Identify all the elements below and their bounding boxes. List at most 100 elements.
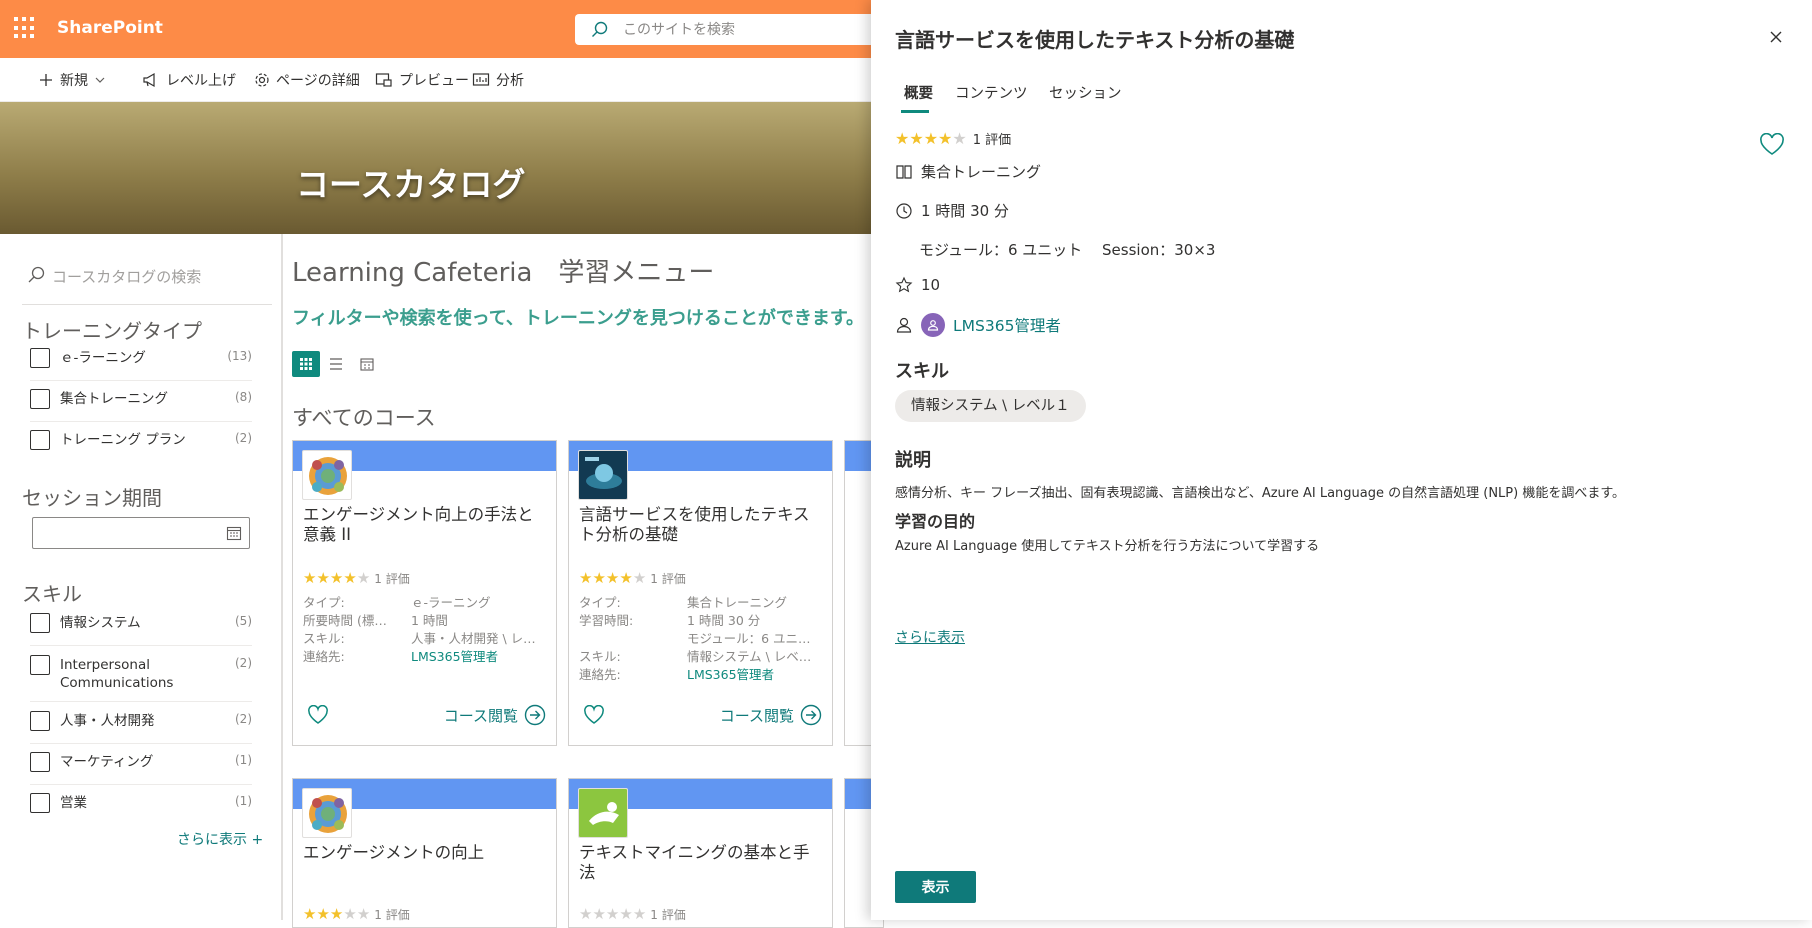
filter-label: マーケティング bbox=[60, 754, 154, 770]
meta-key: スキル: bbox=[303, 631, 345, 646]
show-more-link[interactable]: さらに表示 bbox=[895, 627, 965, 647]
analytics-button[interactable]: 分析 bbox=[472, 67, 524, 93]
meta-row: 連絡先: LMS365管理者 bbox=[579, 666, 824, 684]
tab-overview[interactable]: 概要 bbox=[904, 82, 933, 103]
catalog-search-box[interactable]: コースカタログの検索 bbox=[27, 264, 272, 290]
star-filled-icon: ★ bbox=[303, 905, 317, 923]
star-filled-icon: ★ bbox=[592, 569, 606, 587]
favorite-button[interactable] bbox=[583, 705, 605, 725]
checkbox[interactable] bbox=[30, 430, 50, 450]
all-courses-heading: すべてのコース bbox=[292, 406, 436, 430]
filter-count: (8) bbox=[235, 390, 252, 404]
arrow-circle-icon bbox=[800, 704, 822, 726]
contact-link[interactable]: LMS365管理者 bbox=[687, 666, 824, 684]
checkbox[interactable] bbox=[30, 711, 50, 731]
plus-icon bbox=[38, 72, 54, 88]
person-icon bbox=[895, 316, 913, 334]
course-card[interactable]: エンゲージメントの向上 ★★★★★ 1 評価 bbox=[292, 778, 557, 928]
preview-icon bbox=[375, 72, 393, 88]
star-filled-icon: ★ bbox=[909, 129, 924, 148]
calendar-view-button[interactable] bbox=[359, 356, 375, 372]
hero-banner: コースカタログ bbox=[0, 102, 880, 234]
meta-row: 学習時間: 1 時間 30 分 bbox=[579, 612, 824, 630]
filter-label: ｅ-ラーニング bbox=[60, 350, 146, 366]
course-thumbnail bbox=[578, 450, 628, 500]
course-card[interactable]: エンゲージメント向上の手法と意義 II ★★★★★ 1 評価 タイプ: ｅ-ラーニ… bbox=[292, 440, 557, 746]
meta-value: 1 時間 30 分 bbox=[687, 613, 761, 628]
contact-link[interactable]: LMS365管理者 bbox=[953, 314, 1061, 336]
hero-title: コースカタログ bbox=[296, 165, 526, 204]
star-filled-icon: ★ bbox=[316, 905, 330, 923]
duration-row: 1 時間 30 分 bbox=[895, 200, 1009, 221]
divider bbox=[22, 304, 272, 305]
course-meta: タイプ: ｅ-ラーニング 所要時間 (標… 1 時間 スキル: 人事・人材開発 \ レ… bbox=[303, 594, 548, 666]
meta-key: タイプ: bbox=[303, 595, 345, 610]
list-view-button[interactable] bbox=[327, 355, 345, 373]
checkbox[interactable] bbox=[30, 348, 50, 368]
filter-count: (1) bbox=[235, 794, 252, 808]
grid-view-button[interactable] bbox=[292, 351, 320, 377]
sharepoint-brand[interactable]: SharePoint bbox=[57, 18, 163, 38]
course-card[interactable]: 言語サービスを使用したテキスト分析の基礎 ★★★★★ 1 評価 タイプ: 集合トレ… bbox=[568, 440, 833, 746]
heart-icon bbox=[307, 705, 329, 725]
close-button[interactable] bbox=[1768, 29, 1784, 45]
course-title[interactable]: エンゲージメント向上の手法と意義 II bbox=[303, 505, 548, 545]
course-title[interactable]: エンゲージメントの向上 bbox=[303, 843, 548, 863]
tab-content[interactable]: コンテンツ bbox=[955, 82, 1028, 103]
show-more-filters-link[interactable]: さらに表示 + bbox=[177, 829, 263, 849]
meta-key: 学習時間: bbox=[579, 613, 634, 628]
training-type-title: トレーニングタイプ bbox=[22, 319, 202, 343]
promote-button[interactable]: レベル上げ bbox=[142, 67, 236, 93]
list-icon bbox=[327, 355, 345, 373]
analytics-icon bbox=[472, 72, 490, 88]
analytics-label: 分析 bbox=[496, 73, 524, 89]
course-title[interactable]: テキストマイニングの基本と手法 bbox=[579, 843, 824, 883]
divider bbox=[30, 701, 252, 702]
session-date-picker[interactable] bbox=[32, 517, 250, 549]
new-button[interactable]: 新規 bbox=[38, 67, 106, 93]
modules-text: モジュール：6 ユニット Session：30×3 bbox=[919, 241, 1216, 259]
checkbox[interactable] bbox=[30, 793, 50, 813]
divider bbox=[30, 380, 252, 381]
filter-label: 人事・人材開発 bbox=[60, 713, 155, 729]
filter-count: (13) bbox=[227, 349, 252, 363]
course-thumbnail bbox=[302, 788, 352, 838]
rating-count: 1 評価 bbox=[972, 133, 1012, 148]
checkbox[interactable] bbox=[30, 613, 50, 633]
heart-icon bbox=[583, 705, 605, 725]
meta-key: タイプ: bbox=[579, 595, 621, 610]
favorite-button[interactable] bbox=[307, 705, 329, 725]
points-row: 10 bbox=[895, 276, 940, 294]
checkbox[interactable] bbox=[30, 389, 50, 409]
app-launcher-icon[interactable] bbox=[14, 17, 36, 39]
favorite-button[interactable] bbox=[1759, 133, 1785, 157]
calendar-icon[interactable] bbox=[226, 525, 242, 541]
checkbox[interactable] bbox=[30, 655, 50, 675]
catalog-search-placeholder: コースカタログの検索 bbox=[52, 268, 202, 286]
course-meta: タイプ: 集合トレーニング 学習時間: 1 時間 30 分 モジュール：6 ユニ… … bbox=[579, 594, 824, 684]
preview-label: プレビュー bbox=[399, 73, 469, 89]
show-button[interactable]: 表示 bbox=[895, 871, 976, 903]
description-heading: 説明 bbox=[895, 450, 931, 471]
checkbox[interactable] bbox=[30, 752, 50, 772]
course-card[interactable]: テキストマイニングの基本と手法 ★★★★★ 1 評価 bbox=[568, 778, 833, 928]
command-bar: 新規 レベル上げ ページの詳細 プレビュー 分析 bbox=[0, 58, 880, 102]
chevron-down-icon bbox=[94, 74, 106, 86]
contact-link[interactable]: LMS365管理者 bbox=[411, 648, 548, 666]
rating-stars: ★★★★★ bbox=[303, 569, 370, 587]
browse-course-button[interactable]: コース閲覧 bbox=[720, 704, 822, 726]
points-value: 10 bbox=[921, 276, 941, 294]
tab-sessions[interactable]: セッション bbox=[1049, 82, 1122, 103]
preview-button[interactable]: プレビュー bbox=[375, 67, 469, 93]
star-empty-icon: ★ bbox=[632, 905, 647, 923]
browse-course-button[interactable]: コース閲覧 bbox=[444, 704, 546, 726]
course-rating: ★★★★★ 1 評価 bbox=[303, 569, 410, 587]
filter-label: トレーニング プラン bbox=[60, 432, 186, 448]
course-title[interactable]: 言語サービスを使用したテキスト分析の基礎 bbox=[579, 505, 824, 545]
filter-count: (1) bbox=[235, 753, 252, 767]
page-details-button[interactable]: ページの詳細 bbox=[254, 67, 360, 93]
browse-label: コース閲覧 bbox=[443, 706, 518, 725]
megaphone-icon bbox=[142, 72, 160, 88]
meta-value: モジュール：6 ユニ… bbox=[687, 631, 811, 646]
star-filled-icon: ★ bbox=[316, 569, 330, 587]
